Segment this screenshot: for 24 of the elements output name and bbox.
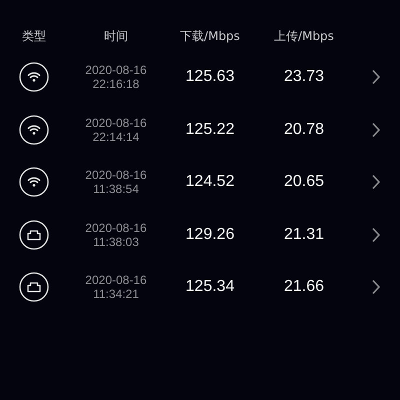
test-time: 2020-08-16 11:34:21 xyxy=(85,273,147,302)
column-header: 下载/Mbps xyxy=(180,28,240,44)
chevron-right-icon[interactable] xyxy=(371,174,381,190)
test-time: 2020-08-16 11:38:03 xyxy=(85,220,147,249)
column-header: 上传/Mbps xyxy=(274,28,334,44)
download-speed: 125.63 xyxy=(186,68,234,86)
test-time: 2020-08-16 22:14:14 xyxy=(85,116,147,144)
download-speed: 125.34 xyxy=(186,278,234,296)
chevron-right-icon[interactable] xyxy=(371,279,381,296)
upload-speed: 23.73 xyxy=(284,68,324,86)
column-header: 类型 xyxy=(22,28,46,44)
chevron-right-icon[interactable] xyxy=(371,226,381,243)
column-header: 时间 xyxy=(104,28,128,44)
chevron-right-icon[interactable] xyxy=(371,122,381,138)
test-time: 2020-08-16 11:38:54 xyxy=(85,168,147,196)
download-speed: 124.52 xyxy=(186,173,234,192)
upload-speed: 20.78 xyxy=(284,120,324,139)
upload-speed: 21.31 xyxy=(284,226,324,244)
chevron-right-icon[interactable] xyxy=(371,69,381,86)
upload-speed: 21.66 xyxy=(284,278,324,296)
download-speed: 129.26 xyxy=(186,226,234,244)
test-time: 2020-08-16 22:16:18 xyxy=(85,63,147,92)
download-speed: 125.22 xyxy=(186,120,234,139)
upload-speed: 20.65 xyxy=(284,173,324,192)
